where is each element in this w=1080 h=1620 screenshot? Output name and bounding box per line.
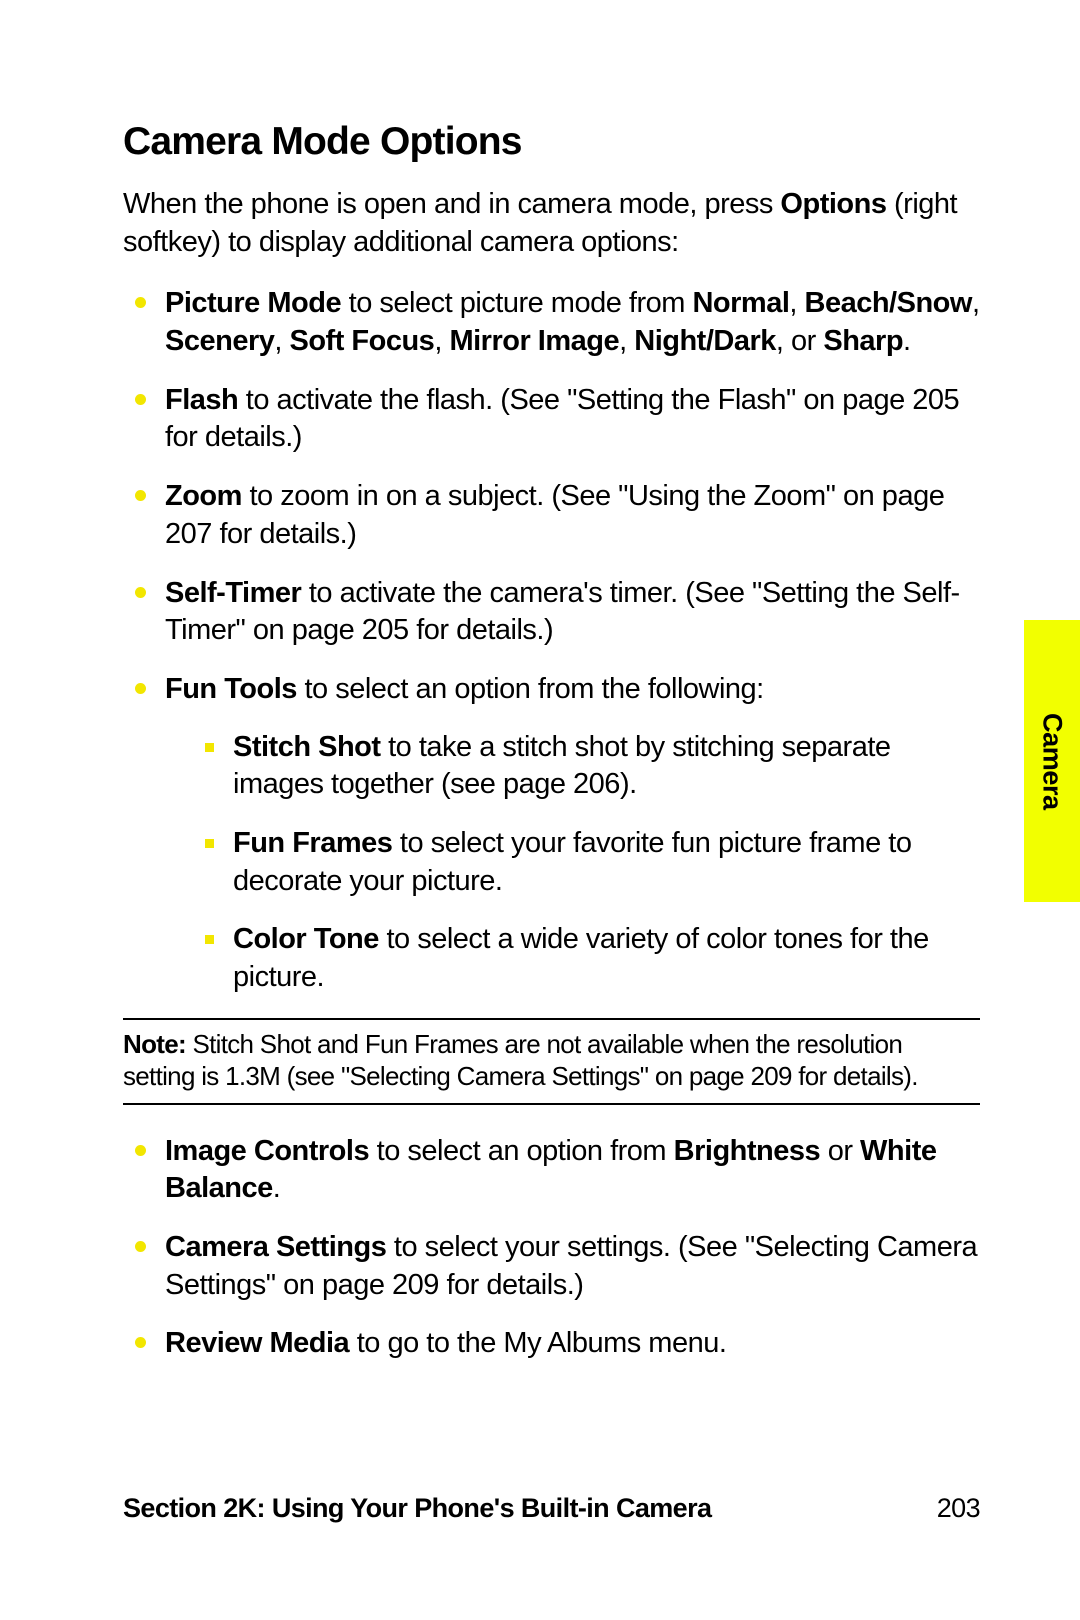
item-lead: Picture Mode <box>165 287 341 319</box>
t: to select an option from <box>369 1135 674 1167</box>
t: , or <box>776 325 823 357</box>
item-text: to go to the My Albums menu. <box>349 1327 726 1359</box>
t: . <box>903 325 911 357</box>
note-box: Note: Stitch Shot and Fun Frames are not… <box>123 1018 980 1105</box>
list-item: Color Tone to select a wide variety of c… <box>233 921 980 996</box>
item-text: to zoom in on a subject. (See "Using the… <box>165 480 944 550</box>
t: , <box>972 287 980 319</box>
item-text: to activate the flash. (See "Setting the… <box>165 384 959 454</box>
b: Sharp <box>823 325 903 357</box>
list-item: Stitch Shot to take a stitch shot by sti… <box>233 729 980 804</box>
list-item: Self-Timer to activate the camera's time… <box>165 575 980 650</box>
t: , <box>789 287 804 319</box>
list-item: Camera Settings to select your settings.… <box>165 1229 980 1304</box>
t: , <box>434 325 449 357</box>
side-tab: Camera <box>1024 620 1080 902</box>
page-footer: Section 2K: Using Your Phone's Built-in … <box>123 1493 980 1524</box>
b: Night/Dark <box>634 325 776 357</box>
t: , <box>274 325 289 357</box>
sub-list: Stitch Shot to take a stitch shot by sti… <box>165 729 980 997</box>
item-lead: Fun Tools <box>165 673 297 705</box>
item-lead: Self-Timer <box>165 577 301 609</box>
item-lead: Flash <box>165 384 238 416</box>
list-item: Image Controls to select an option from … <box>165 1133 980 1208</box>
page-number: 203 <box>937 1493 980 1524</box>
side-tab-label: Camera <box>1037 713 1068 810</box>
list-item: Picture Mode to select picture mode from… <box>165 285 980 360</box>
page-title: Camera Mode Options <box>123 120 980 164</box>
item-lead: Fun Frames <box>233 827 392 859</box>
list-item: Fun Tools to select an option from the f… <box>165 671 980 997</box>
page-content: Camera Mode Options When the phone is op… <box>0 0 1080 1363</box>
intro-text: When the phone is open and in camera mod… <box>123 188 780 220</box>
intro-paragraph: When the phone is open and in camera mod… <box>123 186 980 261</box>
b: Mirror Image <box>449 325 619 357</box>
b: Scenery <box>165 325 274 357</box>
options-list: Picture Mode to select picture mode from… <box>123 285 980 996</box>
list-item: Fun Frames to select your favorite fun p… <box>233 825 980 900</box>
list-item: Flash to activate the flash. (See "Setti… <box>165 382 980 457</box>
item-text: to select an option from the following: <box>297 673 764 705</box>
item-lead: Color Tone <box>233 923 379 955</box>
b: Soft Focus <box>289 325 434 357</box>
intro-bold: Options <box>780 188 886 220</box>
t: to select picture mode from <box>341 287 692 319</box>
b: Beach/Snow <box>805 287 972 319</box>
note-lead: Note: <box>123 1029 186 1059</box>
footer-section: Section 2K: Using Your Phone's Built-in … <box>123 1493 711 1524</box>
t: , <box>619 325 634 357</box>
list-item: Zoom to zoom in on a subject. (See "Usin… <box>165 478 980 553</box>
item-lead: Zoom <box>165 480 242 512</box>
item-lead: Camera Settings <box>165 1231 386 1263</box>
t: . <box>273 1172 281 1204</box>
item-lead: Stitch Shot <box>233 731 381 763</box>
item-lead: Review Media <box>165 1327 349 1359</box>
item-lead: Image Controls <box>165 1135 369 1167</box>
b: Brightness <box>674 1135 820 1167</box>
t: or <box>820 1135 860 1167</box>
list-item: Review Media to go to the My Albums menu… <box>165 1325 980 1363</box>
note-text: Stitch Shot and Fun Frames are not avail… <box>123 1029 918 1092</box>
options-list-2: Image Controls to select an option from … <box>123 1133 980 1363</box>
b: Normal <box>692 287 789 319</box>
